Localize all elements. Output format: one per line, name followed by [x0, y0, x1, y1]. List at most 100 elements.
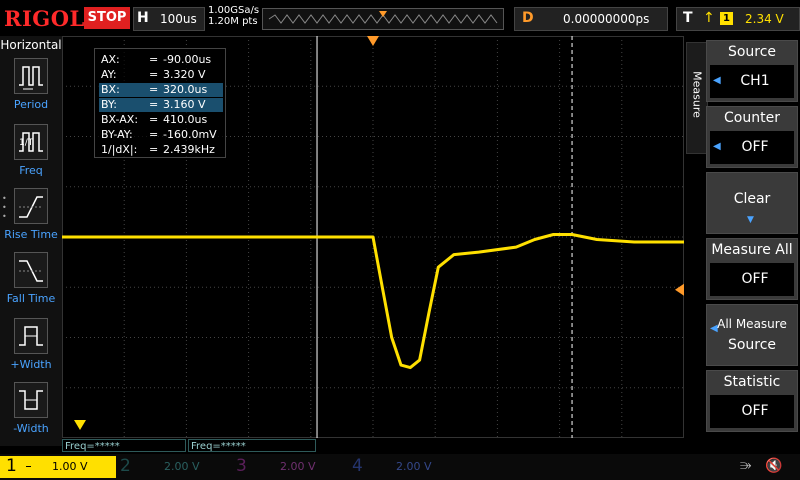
measure-all-button[interactable]: Measure All OFF	[706, 238, 798, 300]
cursor-equals: =	[149, 98, 159, 111]
measure-all-value: OFF	[741, 271, 769, 287]
measure-period-button[interactable]: Period	[0, 58, 62, 120]
cursor-equals: =	[149, 128, 159, 141]
trigger-level: 2.34 V	[745, 12, 784, 26]
all-measure-source-line2: Source	[727, 337, 777, 353]
measure-neg-width-button[interactable]: -Width	[0, 382, 62, 444]
cursor-key: AY:	[101, 68, 117, 81]
channel-1-tab[interactable]: 1 ⎯ 1.00 V	[0, 456, 116, 478]
source-button[interactable]: Source ◀ CH1	[706, 40, 798, 102]
acquisition-info: 1.00GSa/s 1.20M pts	[208, 5, 259, 27]
svg-text:1/T: 1/T	[19, 138, 34, 148]
measure-tab-label: Measure	[690, 71, 704, 118]
source-title: Source	[727, 44, 777, 60]
trigger-source: 1	[720, 12, 733, 25]
period-icon	[14, 58, 48, 94]
cursor-readout-row: 1/|dX|: = 2.439kHz	[99, 143, 223, 157]
counter-value: OFF	[741, 139, 769, 155]
usb-icon: ⭄	[740, 458, 752, 474]
measure-pos-width-button[interactable]: +Width	[0, 318, 62, 380]
cursor-equals: =	[149, 68, 159, 81]
channel-4-tab[interactable]: 4 2.00 V	[348, 456, 464, 478]
delay-label: D	[522, 10, 534, 26]
channel-2-number: 2	[120, 456, 131, 476]
channel-3-scale: 2.00 V	[280, 460, 316, 473]
channel-2-scale: 2.00 V	[164, 460, 200, 473]
memory-overview-strip[interactable]	[262, 8, 504, 30]
cursor-value: 3.160 V	[163, 98, 206, 111]
all-measure-source-button[interactable]: ◀ All Measure Source	[706, 304, 798, 366]
memory-waveform-icon	[268, 11, 498, 24]
cursor-key: BY:	[101, 98, 117, 111]
measure-menu-tab[interactable]: Measure	[686, 42, 708, 154]
trigger-level-marker[interactable]	[675, 283, 684, 296]
cursor-equals: =	[149, 83, 159, 96]
cursor-readout-row: AX: = -90.00us	[99, 53, 223, 67]
pos-width-label: +Width	[10, 358, 52, 371]
clear-label: Clear	[733, 191, 771, 207]
rise-time-icon	[14, 188, 48, 224]
trigger-label: T	[683, 10, 693, 26]
source-value: CH1	[740, 73, 770, 89]
memory-depth: 1.20M pts	[208, 16, 258, 27]
channel-3-tab[interactable]: 3 2.00 V	[232, 456, 348, 478]
speaker-mute-icon[interactable]: 🔇	[765, 458, 782, 474]
neg-width-label: -Width	[13, 422, 49, 435]
timebase-box[interactable]: H 100us	[133, 7, 205, 31]
cursor-readout-row: BX-AX: = 410.0us	[99, 113, 223, 127]
cursor-readout-panel: AX: = -90.00us AY: = 3.320 V BX: = 320.0us BY: = 3.…	[94, 48, 226, 158]
channel-1-scale: 1.00 V	[52, 460, 88, 473]
freq-readout-1: Freq=*****	[62, 439, 186, 452]
counter-button[interactable]: Counter ◀ OFF	[706, 106, 798, 168]
frequency-counter-bar: Freq=***** Freq=*****	[62, 438, 684, 454]
pos-width-icon	[14, 318, 48, 354]
cursor-value: 3.320 V	[163, 68, 206, 81]
cursor-value: 410.0us	[163, 113, 208, 126]
ch1-ground-marker[interactable]	[74, 420, 86, 430]
top-status-bar: RIGOL STOP H 100us 1.00GSa/s 1.20M pts D…	[0, 0, 800, 36]
freq-icon: 1/T	[14, 124, 48, 160]
rise-time-label: Rise Time	[4, 228, 58, 241]
cursor-readout-row: AY: = 3.320 V	[99, 68, 223, 82]
clear-button[interactable]: Clear ▼	[706, 172, 798, 234]
measure-all-title: Measure All	[711, 242, 793, 258]
cursor-key: AX:	[101, 53, 120, 66]
counter-title: Counter	[724, 110, 780, 126]
cursor-key: 1/|dX|:	[101, 143, 138, 156]
cursor-readout-row: BY-AY: = -160.0mV	[99, 128, 223, 142]
freq-label: Freq	[19, 164, 43, 177]
statistic-button[interactable]: Statistic OFF	[706, 370, 798, 432]
measure-freq-button[interactable]: 1/T Freq	[0, 124, 62, 186]
brand-logo: RIGOL	[4, 6, 85, 31]
rising-edge-icon: ↑	[703, 10, 715, 26]
statistic-value: OFF	[741, 403, 769, 419]
sample-rate: 1.00GSa/s	[208, 5, 260, 16]
trigger-box[interactable]: T ↑ 1 2.34 V	[676, 7, 800, 31]
fall-time-icon	[14, 252, 48, 288]
measure-fall-time-button[interactable]: Fall Time	[0, 252, 62, 314]
dc-coupling-icon: ⎯	[26, 461, 31, 472]
cursor-equals: =	[149, 53, 159, 66]
arrow-down-icon: ▼	[747, 215, 754, 225]
cursor-key: BX:	[101, 83, 120, 96]
timebase-label: H	[137, 10, 149, 26]
delay-box[interactable]: D 0.00000000ps	[514, 7, 668, 31]
measure-menu: Measure Source ◀ CH1 Counter ◀ OFF Clear…	[684, 36, 800, 446]
horizontal-measure-panel: Horizontal • • • Period 1/T Freq Rise Time…	[0, 36, 62, 446]
delay-value: 0.00000000ps	[563, 12, 650, 26]
cursor-key: BX-AX:	[101, 113, 139, 126]
neg-width-icon	[14, 382, 48, 418]
statistic-title: Statistic	[723, 374, 781, 390]
ch1-waveform-trace	[62, 233, 684, 370]
timebase-value: 100us	[160, 12, 197, 26]
cursor-readout-row: BX: = 320.0us	[99, 83, 223, 97]
cursor-value: 320.0us	[163, 83, 208, 96]
trigger-position-marker[interactable]	[367, 36, 379, 46]
channel-1-number: 1	[6, 456, 17, 476]
run-stop-button[interactable]: STOP	[84, 7, 130, 29]
panel-title: Horizontal	[0, 38, 62, 52]
measure-rise-time-button[interactable]: Rise Time	[0, 188, 62, 250]
channel-2-tab[interactable]: 2 2.00 V	[116, 456, 232, 478]
period-label: Period	[13, 98, 49, 111]
channel-3-number: 3	[236, 456, 247, 476]
